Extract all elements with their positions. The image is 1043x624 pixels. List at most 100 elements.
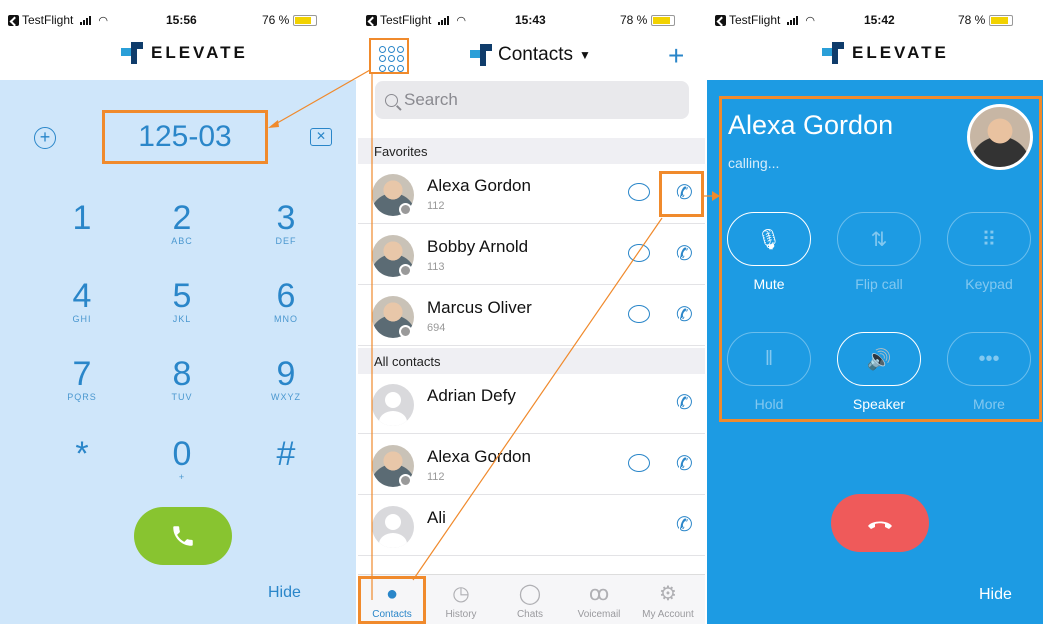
dialpad-key[interactable]: 9 WXYZ — [246, 356, 326, 402]
gear-icon: ⚙ — [659, 583, 677, 605]
dialpad-key-letters: ABC — [171, 236, 193, 246]
dialpad-key-letters: MNO — [274, 314, 298, 324]
dialpad-key[interactable]: * — [42, 436, 122, 472]
phone-icon[interactable]: ✆ — [676, 451, 693, 476]
call-screen: TestFlight ◠ 15:42 78 % ELEVATE Alexa Go… — [707, 0, 1043, 624]
status-time: 15:56 — [166, 13, 197, 27]
dialpad-key-digit: * — [75, 435, 89, 473]
dialpad-key-letters: + — [178, 472, 186, 482]
dialpad-key[interactable]: # — [246, 436, 326, 472]
contact-row[interactable]: Alexa Gordon 112 ✆ — [358, 435, 705, 495]
chat-bubble-icon: ◯ — [518, 583, 542, 605]
battery-fill — [991, 16, 1009, 24]
dialpad-key[interactable]: 0 + — [142, 436, 222, 482]
presence-dot — [399, 264, 412, 277]
contact-name: Alexa Gordon — [427, 447, 531, 466]
testflight-icon — [715, 14, 726, 26]
elevate-logo: ELEVATE — [121, 42, 248, 64]
speaker-button[interactable]: 🔊 — [837, 332, 921, 386]
elevate-logo: ELEVATE — [822, 42, 949, 64]
dialpad-key-letters: GHI — [72, 314, 92, 324]
tab-chats[interactable]: ◯ Chats — [496, 579, 564, 620]
dialpad-key-digit: 9 — [276, 355, 296, 393]
contact-extension: 112 — [427, 200, 445, 212]
chat-icon[interactable] — [628, 183, 650, 201]
phone-icon[interactable]: ✆ — [676, 390, 693, 415]
more-button[interactable]: ••• — [947, 332, 1031, 386]
chat-icon[interactable] — [628, 454, 650, 472]
hang-up-button[interactable] — [831, 494, 929, 552]
contact-row[interactable]: Adrian Defy ✆ — [358, 374, 705, 434]
status-battery: 76 % — [262, 13, 318, 27]
dialpad-key[interactable]: 2 ABC — [142, 200, 222, 246]
chat-icon[interactable] — [628, 244, 650, 262]
mute-button[interactable]: 🎙 — [727, 212, 811, 266]
dialed-number-field[interactable]: 125-03 — [102, 110, 268, 164]
phone-icon[interactable]: ✆ — [676, 302, 693, 327]
dialpad-key[interactable]: 5 JKL — [142, 278, 222, 324]
contacts-title[interactable]: Contacts ▼ — [470, 44, 591, 66]
dialpad-key-letters: TUV — [171, 392, 193, 402]
elevate-logo-icon — [822, 42, 844, 64]
contact-extension: 694 — [427, 322, 446, 334]
contact-row[interactable]: Ali ✆ — [358, 496, 705, 556]
keypad-grid-icon[interactable] — [369, 38, 409, 74]
avatar — [372, 506, 414, 548]
add-contact-icon[interactable]: + — [34, 127, 56, 149]
presence-dot — [399, 203, 412, 216]
keypad-button[interactable]: ⠿ — [947, 212, 1031, 266]
backspace-icon[interactable]: ✕ — [310, 128, 332, 146]
contact-row[interactable]: Marcus Oliver 694 ✆ — [358, 286, 705, 346]
status-bar: TestFlight ◠ 15:56 76 % — [0, 0, 356, 40]
dialpad-key[interactable]: 1 — [42, 200, 122, 236]
wifi-icon: ◠ — [98, 14, 108, 27]
status-time: 15:43 — [515, 13, 546, 27]
tab-label: My Account — [642, 609, 694, 620]
dialpad-key[interactable]: 8 TUV — [142, 356, 222, 402]
add-contact-icon[interactable]: + — [668, 40, 684, 72]
testflight-icon — [8, 14, 19, 26]
dialpad-key-digit: 0 — [172, 435, 192, 473]
pause-icon: ‖ — [764, 347, 774, 370]
hold-button[interactable]: ‖ — [727, 332, 811, 386]
wifi-icon: ◠ — [456, 14, 466, 27]
tab-label: Voicemail — [577, 609, 621, 620]
dialpad-key-digit: 6 — [276, 277, 296, 315]
contact-extension: 113 — [427, 261, 445, 273]
flip-call-icon: ⇅ — [870, 228, 888, 251]
contact-row[interactable]: Bobby Arnold 113 ✆ — [358, 225, 705, 285]
favorites-header: Favorites — [358, 138, 705, 164]
chat-icon[interactable] — [628, 305, 650, 323]
keypad-icon: ⠿ — [981, 228, 997, 251]
contacts-screen: TestFlight ◠ 15:43 78 % Contacts ▼ + Sea… — [358, 0, 705, 624]
status-battery: 78 % — [958, 13, 1014, 27]
hide-call-link[interactable]: Hide — [979, 586, 1012, 604]
search-input[interactable]: Search — [375, 81, 689, 119]
call-button-label: More — [973, 396, 1005, 412]
signal-icon — [787, 15, 799, 25]
flip-call-button[interactable]: ⇅ — [837, 212, 921, 266]
call-button-label: Flip call — [855, 276, 903, 292]
battery-icon — [651, 14, 676, 26]
dialpad-key[interactable]: 7 PQRS — [42, 356, 122, 402]
tab-voicemail[interactable]: ꝏ Voicemail — [565, 579, 633, 620]
status-app: TestFlight ◠ — [715, 13, 815, 27]
dialpad-key[interactable]: 6 MNO — [246, 278, 326, 324]
dialpad-key-digit: 1 — [72, 199, 92, 237]
dialpad-key[interactable]: 3 DEF — [246, 200, 326, 246]
presence-dot — [399, 474, 412, 487]
call-button[interactable] — [134, 507, 232, 565]
hide-keypad-link[interactable]: Hide — [268, 584, 301, 602]
dialpad-key[interactable]: 4 GHI — [42, 278, 122, 324]
phone-icon[interactable]: ✆ — [676, 512, 693, 537]
more-dots-icon: ••• — [978, 347, 1000, 370]
phone-icon[interactable]: ✆ — [676, 241, 693, 266]
contact-row[interactable]: Alexa Gordon 112 ✆ — [358, 164, 705, 224]
status-battery: 78 % — [620, 13, 676, 27]
tab-history[interactable]: ◷ History — [427, 579, 495, 620]
battery-fill — [295, 16, 312, 24]
dialpad-key-letters: JKL — [172, 314, 192, 324]
dialpad-key-letters: DEF — [275, 236, 297, 246]
tab-my-account[interactable]: ⚙ My Account — [634, 579, 702, 620]
tab-label: Chats — [516, 609, 544, 620]
